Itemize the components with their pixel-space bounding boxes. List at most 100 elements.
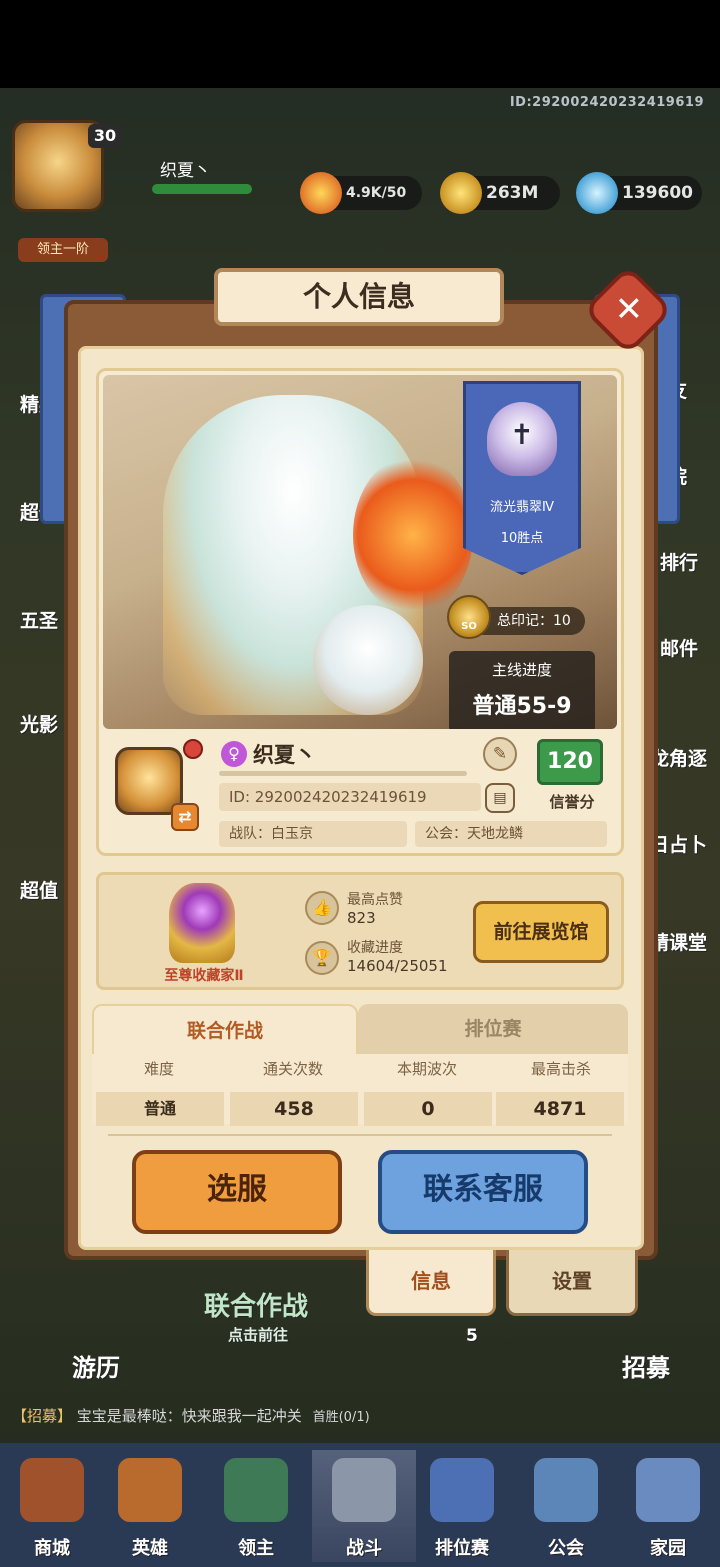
side-label-travel[interactable]: 游历 [72,1348,120,1383]
nav-hero-label: 英雄 [132,1538,168,1559]
rank-name: 流光翡翠Ⅳ [490,500,554,515]
stamina-value: 4.9K/50 [346,185,407,201]
side-label-ranking[interactable]: 排行 [660,548,698,575]
nav-guild-label: 公会 [548,1538,584,1559]
team-field: 战队：白玉京 [219,821,407,847]
collection-progress-value: 14604/25051 [347,957,448,975]
nav-guild[interactable]: 公会 [514,1450,618,1562]
side-label-class[interactable]: 精课堂 [650,928,707,955]
coop-battle-entry[interactable]: 联合作战 [204,1286,308,1323]
collection-progress-label: 收藏进度 [347,940,403,956]
contact-support-button[interactable]: 联系客服 [378,1150,588,1234]
seal-badge-label: SO [461,621,477,632]
chat-line[interactable]: 【招募】 宝宝是最棒哒：快来跟我一起冲关 首胜(0/1) [12,1405,370,1426]
lord-rank-tag: 领主一阶 [18,238,108,262]
hero-artwork: 流光翡翠Ⅳ 10胜点 总印记：10 SO 主线进度 普通55-9 [103,375,617,729]
hero-icon [118,1458,182,1522]
top-player-id: ID:292002420232419619 [509,95,704,110]
nav-lord[interactable]: 领主 [204,1450,308,1562]
hero-chibi [313,605,423,715]
guild-field: 公会：天地龙鳞 [415,821,607,847]
tab-info[interactable]: 信息 [366,1250,496,1316]
top-level-badge: 30 [88,124,122,148]
table-cell-wave: 0 [364,1092,492,1126]
side-label-recruit[interactable]: 招募 [622,1348,670,1383]
tab-coop-battle[interactable]: 联合作战 [92,1004,358,1054]
collection-panel: 至尊收藏家Ⅱ 👍 最高点赞 823 🏆 收藏进度 14604/25051 前往展… [96,872,624,990]
coop-count: 5 [466,1326,478,1346]
side-label-five-saints[interactable]: 五圣 [20,606,58,633]
chat-text: 宝宝是最棒哒：快来跟我一起冲关 [76,1407,302,1425]
table-cell-clears: 458 [230,1092,358,1126]
top-player-name: 织夏丶 [160,161,211,181]
hero-fire-effect [353,455,473,615]
shop-icon [20,1458,84,1522]
collector-trophy-icon [169,883,235,963]
modal-title: 个人信息 [214,268,504,326]
crystal-resource[interactable]: 139600 [576,172,702,214]
edit-name-feather-icon[interactable]: ✎ [483,737,517,771]
table-header: 本期波次 [396,1060,457,1078]
rank-points: 10胜点 [500,531,544,546]
gender-female-icon: ♀ [221,741,247,767]
flame-icon [300,172,342,214]
rank-icon [430,1458,494,1522]
table-header: 通关次数 [262,1060,323,1078]
side-label-divination[interactable]: 日占卜 [650,830,707,857]
select-server-button[interactable]: 选服 [132,1150,342,1234]
tab-settings[interactable]: 设置 [506,1250,638,1316]
close-icon: ✕ [614,289,643,330]
stats-tab-strip: 联合作战 排位赛 [92,1004,628,1054]
crystal-value: 139600 [622,183,693,203]
side-label-value-2[interactable]: 超值 [20,876,58,903]
chat-tag: 【招募】 [12,1407,73,1425]
nav-rank-label: 排位赛 [435,1538,489,1559]
gold-resource[interactable]: 263M [440,172,560,214]
collector-title: 至尊收藏家Ⅱ [164,968,244,984]
nav-battle-label: 战斗 [346,1538,382,1559]
main-progress-box: 主线进度 普通55-9 [449,651,595,729]
table-cell-difficulty: 普通 [96,1092,224,1126]
lord-icon [224,1458,288,1522]
name-underline [219,771,467,776]
table-cell-max-kills: 4871 [496,1092,624,1126]
gold-value: 263M [486,183,539,203]
battle-icon [332,1458,396,1522]
thumbs-up-icon: 👍 [305,891,339,925]
likes-value: 823 [347,909,376,927]
tab-ranked[interactable]: 排位赛 [358,1004,628,1054]
coop-battle-sub: 点击前往 [228,1326,289,1344]
nav-home[interactable]: 家园 [616,1450,720,1562]
player-info-row: ⇄ ♀ 织夏丶 ✎ ID: 292002420232419619 ▤ 战队：白玉… [103,733,617,851]
nav-lord-label: 领主 [238,1538,274,1559]
rank-banner[interactable]: 流光翡翠Ⅳ 10胜点 [463,381,581,575]
side-label-mail[interactable]: 邮件 [660,634,698,661]
change-avatar-icon[interactable]: ⇄ [171,803,199,831]
nav-shop[interactable]: 商城 [0,1450,104,1562]
table-header: 难度 [143,1060,174,1078]
copy-id-icon[interactable]: ▤ [485,783,515,813]
likes-label: 最高点赞 [347,892,403,908]
side-label-dragon[interactable]: 龙角逐 [650,744,707,771]
stamina-resource[interactable]: 4.9K/50 [300,172,422,214]
notification-dot-icon [183,739,203,759]
nav-rank[interactable]: 排位赛 [410,1450,514,1562]
nav-hero[interactable]: 英雄 [98,1450,202,1562]
home-icon [636,1458,700,1522]
nav-battle[interactable]: 战斗 [312,1450,416,1562]
hero-card: 流光翡翠Ⅳ 10胜点 总印记：10 SO 主线进度 普通55-9 ⇄ ♀ 织夏丶… [96,368,624,856]
crystal-icon [576,172,618,214]
side-label-light-shadow[interactable]: 光影 [20,710,58,737]
trophy-cup-icon: 🏆 [305,941,339,975]
seal-icon: SO [447,595,491,639]
player-id-field: ID: 292002420232419619 [219,783,481,811]
xp-bar [152,184,252,194]
player-name: 织夏丶 [253,743,316,767]
gallery-button[interactable]: 前往展览馆 [473,901,609,963]
divider [108,1134,612,1136]
credit-score-label: 信誉分 [549,793,595,811]
nav-shop-label: 商城 [34,1538,70,1559]
main-progress-label: 主线进度 [491,661,552,679]
rank-emblem-icon [487,402,557,476]
credit-score-value[interactable]: 120 [537,739,603,785]
